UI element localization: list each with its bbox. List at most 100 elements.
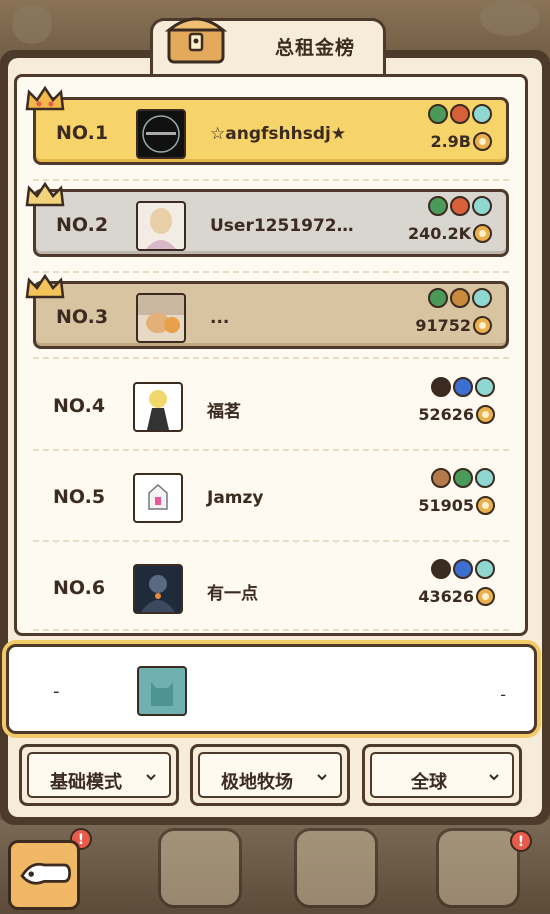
cat-silhouette-icon xyxy=(151,682,173,706)
my-score: - xyxy=(500,685,506,704)
badge-icon xyxy=(428,288,448,308)
leaderboard-list[interactable]: NO.1 ☆angfshhsdj★ 2.9B NO.2 User1251972…… xyxy=(14,74,528,636)
bronze-crown-icon xyxy=(25,273,65,299)
avatar[interactable] xyxy=(133,382,183,432)
avatar-image xyxy=(146,208,176,249)
player-name: User1251972… xyxy=(210,216,354,236)
dropdown-label: 极地牧场 xyxy=(221,772,293,793)
page-title: 总租金榜 xyxy=(274,37,355,59)
score-value: 51905 xyxy=(418,496,474,515)
map-dropdown[interactable]: 极地牧场 xyxy=(190,744,350,806)
coin-icon xyxy=(476,587,495,606)
leaderboard-row-4[interactable]: NO.4 福茗 52626 xyxy=(33,373,509,441)
badge-icon xyxy=(428,104,448,124)
coin-icon xyxy=(473,316,492,335)
coin-icon xyxy=(473,224,492,243)
score: 240.2K xyxy=(408,224,492,243)
mode-dropdown[interactable]: 基础模式 xyxy=(19,744,179,806)
player-name: 有一点 xyxy=(207,584,258,604)
avatar-image xyxy=(147,390,169,430)
avatar-image xyxy=(148,483,168,510)
chevron-down-icon xyxy=(317,774,327,781)
player-name: 福茗 xyxy=(207,402,241,422)
badge-group xyxy=(431,559,495,579)
leaderboard-row-2[interactable]: NO.2 User1251972… 240.2K xyxy=(33,189,509,257)
badge-icon xyxy=(453,559,473,579)
region-dropdown[interactable]: 全球 xyxy=(362,744,522,806)
badge-icon xyxy=(431,559,451,579)
score: 51905 xyxy=(418,496,495,515)
badge-group xyxy=(428,288,492,308)
badge-icon xyxy=(453,377,473,397)
badge-icon xyxy=(431,468,451,488)
player-name: Jamzy xyxy=(207,488,264,508)
player-name: ... xyxy=(210,308,230,328)
badge-group xyxy=(431,377,495,397)
chevron-down-icon xyxy=(489,774,499,781)
nav-store-icon[interactable] xyxy=(436,828,520,908)
background-decoration xyxy=(480,0,540,36)
score: 52626 xyxy=(418,405,495,424)
my-rank-row: - - xyxy=(6,644,537,734)
row-divider xyxy=(33,271,509,273)
badge-icon xyxy=(475,559,495,579)
avatar[interactable] xyxy=(136,293,186,343)
back-arrow-icon xyxy=(20,862,71,885)
my-rank-label: - xyxy=(53,681,60,702)
row-divider xyxy=(33,540,509,542)
dropdown-inner: 全球 xyxy=(370,752,514,798)
score-value: 2.9B xyxy=(430,132,471,151)
player-name: ☆angfshhsdj★ xyxy=(210,124,347,144)
row-divider xyxy=(33,357,509,359)
background-decoration xyxy=(12,4,52,44)
leaderboard-row-3[interactable]: NO.3 ... 91752 xyxy=(33,281,509,349)
score-value: 43626 xyxy=(418,587,474,606)
badge-icon xyxy=(475,377,495,397)
score: 43626 xyxy=(418,587,495,606)
leaderboard-row-5[interactable]: NO.5 Jamzy 51905 xyxy=(33,464,509,532)
badge-icon xyxy=(472,196,492,216)
badge-icon xyxy=(475,468,495,488)
avatar[interactable] xyxy=(133,564,183,614)
nav-scroll-icon[interactable] xyxy=(294,828,378,908)
badge-group xyxy=(431,468,495,488)
coin-icon xyxy=(476,405,495,424)
badge-group xyxy=(428,196,492,216)
score-value: 240.2K xyxy=(407,224,471,243)
row-divider xyxy=(33,449,509,451)
avatar[interactable] xyxy=(136,201,186,251)
gold-crown-icon xyxy=(25,85,65,111)
silver-crown-icon xyxy=(25,181,65,207)
badge-icon xyxy=(450,196,470,216)
back-button[interactable] xyxy=(8,840,80,910)
badge-icon xyxy=(450,104,470,124)
rank-label: NO.2 xyxy=(56,214,109,236)
avatar[interactable] xyxy=(136,109,186,159)
rank-label: NO.4 xyxy=(53,395,106,417)
rank-label: NO.3 xyxy=(56,306,109,328)
coin-icon xyxy=(473,132,492,151)
treasure-chest-icon xyxy=(164,17,228,64)
badge-icon xyxy=(472,288,492,308)
chevron-down-icon xyxy=(146,774,156,781)
avatar[interactable] xyxy=(133,473,183,523)
notification-alert-icon: ! xyxy=(510,830,532,852)
badge-icon xyxy=(453,468,473,488)
dropdown-inner: 极地牧场 xyxy=(198,752,342,798)
badge-icon xyxy=(428,196,448,216)
score-value: 52626 xyxy=(418,405,474,424)
rank-label: NO.1 xyxy=(56,122,109,144)
leaderboard-row-6[interactable]: NO.6 有一点 43626 xyxy=(33,555,509,623)
avatar-image xyxy=(142,115,180,153)
badge-icon xyxy=(472,104,492,124)
badge-icon xyxy=(431,377,451,397)
avatar-image xyxy=(138,295,184,333)
leaderboard-row-1[interactable]: NO.1 ☆angfshhsdj★ 2.9B xyxy=(33,97,509,165)
dropdown-label: 基础模式 xyxy=(50,772,122,793)
nav-shop-icon[interactable] xyxy=(158,828,242,908)
dropdown-inner: 基础模式 xyxy=(27,752,171,798)
badge-group xyxy=(428,104,492,124)
rank-label: NO.6 xyxy=(53,577,106,599)
my-avatar-placeholder xyxy=(137,666,187,716)
coin-icon xyxy=(476,496,495,515)
